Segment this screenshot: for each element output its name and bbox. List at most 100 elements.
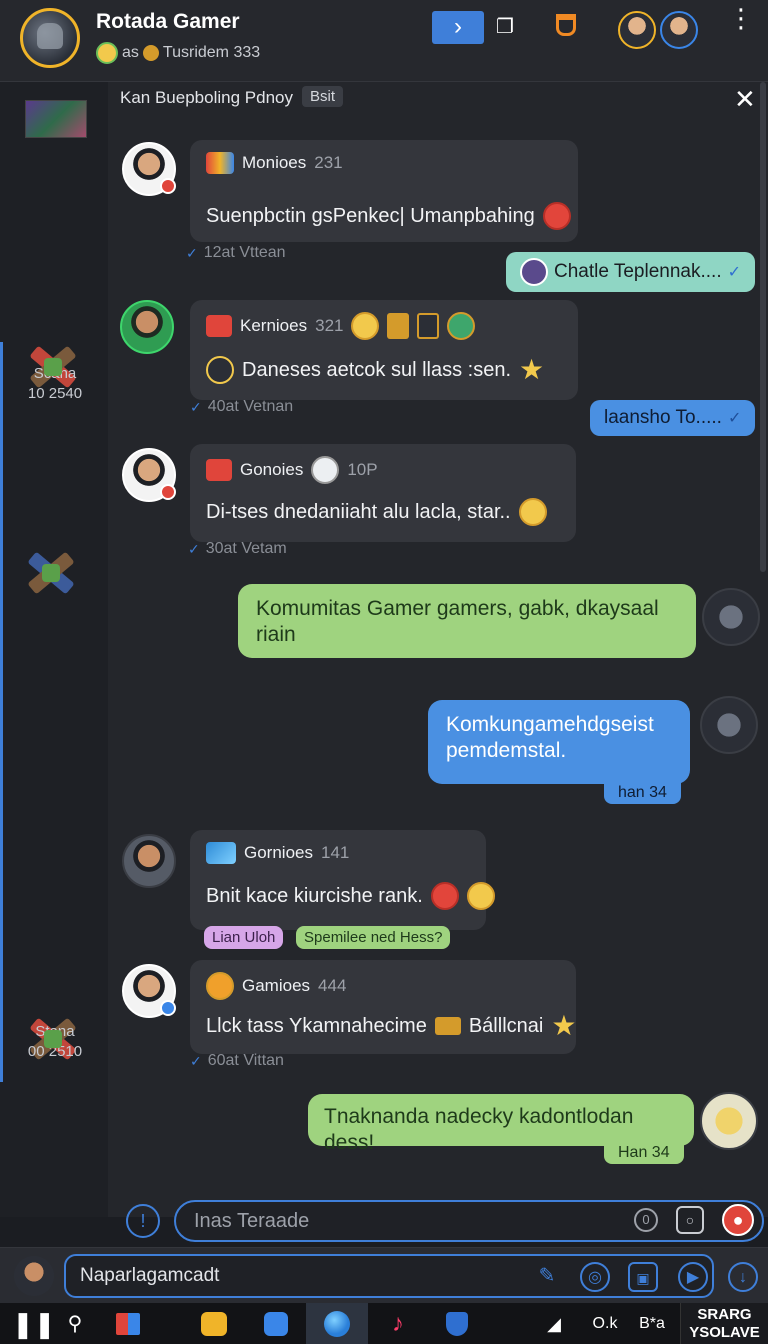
message-header: Kernioes 321 — [206, 312, 476, 340]
reply-text: Chatle Teplennak.... — [554, 261, 722, 282]
message-text-row: Suenpbctin gsPenkec| Umanpbahing — [206, 202, 571, 230]
tray-text-1[interactable]: O.k — [588, 1309, 622, 1339]
tag-chip[interactable]: Lian Uloh — [204, 926, 284, 949]
smile-emoji-icon — [466, 882, 495, 910]
compose-value: Naparlagamcadt — [80, 1265, 220, 1286]
emoji-icon — [447, 312, 476, 340]
message-text: Suenpbctin gsPenkec| Umanpbahing — [206, 204, 535, 227]
download-icon[interactable]: ↓ — [728, 1262, 758, 1292]
group-subtitle: as Tusridem 333 — [96, 42, 260, 64]
avatar[interactable] — [122, 834, 176, 888]
play-icon[interactable]: ▶ — [678, 1262, 708, 1292]
message-bubble: Gornioes 141 Bnit kace kiurcishe rank. — [190, 830, 495, 930]
star-icon: ★ — [551, 1010, 577, 1041]
avatar[interactable] — [122, 142, 176, 196]
pinned-badge: Bsit — [302, 86, 344, 107]
chat-header: Rotada Gamer as Tusridem 333 › ❐ ⋮ — [0, 0, 768, 82]
member-avatar-2[interactable] — [660, 11, 698, 49]
tiktok-icon[interactable]: ♪ — [386, 1311, 410, 1337]
window-icon[interactable]: ❐ — [496, 14, 514, 39]
outgoing-message[interactable]: Komumitas Gamer gamers, gabk, dkaysaal r… — [238, 584, 696, 658]
tray-text-2[interactable]: B*a — [634, 1309, 670, 1339]
message-text-2: Bálllcnai — [468, 1014, 544, 1037]
image-icon[interactable]: ▣ — [628, 1262, 658, 1292]
outgoing-reply[interactable]: laansho To..... ✓ — [590, 400, 756, 436]
tag-chip[interactable]: Spemilee ned Hess? — [296, 926, 451, 949]
group-title: Rotada Gamer — [96, 10, 240, 33]
outgoing-message[interactable]: Komkungamehdgseist pemdemstal. — [428, 700, 690, 784]
app-icon[interactable] — [201, 1312, 227, 1336]
group-avatar[interactable] — [20, 8, 80, 68]
message-text: Komkungamehdgseist pemdemstal. — [446, 713, 654, 762]
message-time: 30at Vetam — [188, 540, 287, 558]
compose-bar: Naparlagamcadt ✎ ◎ ▣ ▶ ↓ — [0, 1247, 768, 1303]
clock-line-2: YSOLAVE — [689, 1324, 760, 1341]
message-time: 60at Vittan — [190, 1052, 284, 1070]
outgoing-reply[interactable]: Chatle Teplennak.... ✓ — [506, 252, 756, 292]
message-bubble: Gonoies 10P Di-tses dnedaniiaht alu lacl… — [190, 444, 576, 542]
taskbar: ❚❚ ⚲ ♪ ◢ O.k B*a SRARG YSOLAVE — [0, 1303, 768, 1344]
start-icon[interactable] — [116, 1313, 140, 1335]
game-icon — [206, 459, 232, 481]
sender-count: 321 — [315, 316, 344, 335]
mic-icon[interactable]: ● — [722, 1204, 754, 1236]
pinned-thumbnail[interactable] — [25, 100, 87, 138]
camera-icon[interactable]: ○ — [676, 1206, 704, 1234]
sender-name: Gornioes — [244, 843, 313, 862]
ticket-icon — [387, 313, 410, 339]
timer-icon[interactable]: 0 — [634, 1208, 658, 1232]
member-avatar-1[interactable] — [618, 11, 656, 49]
compass-icon[interactable]: ◎ — [580, 1262, 610, 1292]
system-clock[interactable]: SRARG YSOLAVE — [680, 1303, 768, 1344]
message-header: Gamioes 444 — [206, 972, 346, 1000]
compose-input[interactable]: Naparlagamcadt — [64, 1254, 714, 1298]
message-header: Monioes 231 — [206, 152, 343, 174]
robot-icon[interactable] — [20, 542, 82, 604]
more-options-icon[interactable]: ⋮ — [728, 5, 754, 31]
scrollbar[interactable] — [760, 82, 766, 572]
robot-avatar[interactable] — [700, 696, 758, 754]
pause-icon[interactable]: ❚❚ — [12, 1309, 56, 1339]
message-time: han 34 — [604, 782, 681, 804]
avatar[interactable] — [122, 448, 176, 502]
search-icon[interactable]: ⚲ — [62, 1309, 88, 1339]
sender-name: Kernioes — [240, 316, 308, 335]
browser-icon[interactable] — [324, 1311, 350, 1337]
sender-count: 10P — [347, 460, 378, 479]
sender-name: Gonoies — [240, 460, 304, 479]
message-text-row: Di-tses dnedaniiaht alu lacla, star.. — [206, 498, 547, 526]
pinned-title: Kan Buepboling Pdnoy — [120, 88, 293, 107]
chat-area: Kan Buepboling Pdnoy Bsit ✕ Monioes 231 … — [28, 82, 768, 1242]
message-time: 40at Vetnan — [190, 398, 293, 416]
outgoing-message[interactable]: Tnaknanda nadecky kadontlodan dess! — [308, 1094, 694, 1154]
chest-icon — [434, 1017, 461, 1035]
sender-name: Monioes — [242, 153, 307, 172]
robot-avatar[interactable] — [702, 588, 760, 646]
message-text: Di-tses dnedaniiaht alu lacla, star.. — [206, 500, 511, 523]
info-button[interactable]: ! — [126, 1204, 160, 1238]
app-icon[interactable] — [264, 1312, 288, 1336]
sender-count: 141 — [320, 843, 350, 862]
game-icon — [206, 315, 232, 337]
rail-indicator — [0, 342, 3, 1082]
sender-count: 444 — [318, 976, 347, 995]
sender-name: Gamioes — [242, 976, 311, 995]
message-text-row: Bnit kace kiurcishe rank. — [206, 882, 495, 910]
emoji-icon — [311, 456, 340, 484]
subtitle-text: Tusridem 333 — [162, 44, 261, 61]
pen-icon[interactable]: ✎ — [532, 1262, 562, 1292]
shield-icon[interactable] — [446, 1312, 468, 1336]
message-bubble: Monioes 231 Suenpbctin gsPenkec| Umanpba… — [190, 140, 578, 242]
subtitle-prefix: as — [122, 44, 139, 61]
angry-emoji-icon — [430, 882, 459, 910]
message-text: Llck tass Ykamnahecime — [206, 1014, 427, 1037]
close-icon[interactable]: ✕ — [734, 84, 756, 114]
avatar[interactable] — [122, 964, 176, 1018]
trophy-icon[interactable] — [556, 14, 576, 36]
message-text: Bnit kace kiurcishe rank. — [206, 884, 423, 907]
network-icon[interactable]: ◢ — [540, 1309, 568, 1339]
forward-button[interactable]: › — [432, 11, 484, 44]
user-avatar[interactable] — [14, 1256, 54, 1296]
robot-avatar[interactable] — [700, 1092, 758, 1150]
avatar[interactable] — [120, 300, 174, 354]
